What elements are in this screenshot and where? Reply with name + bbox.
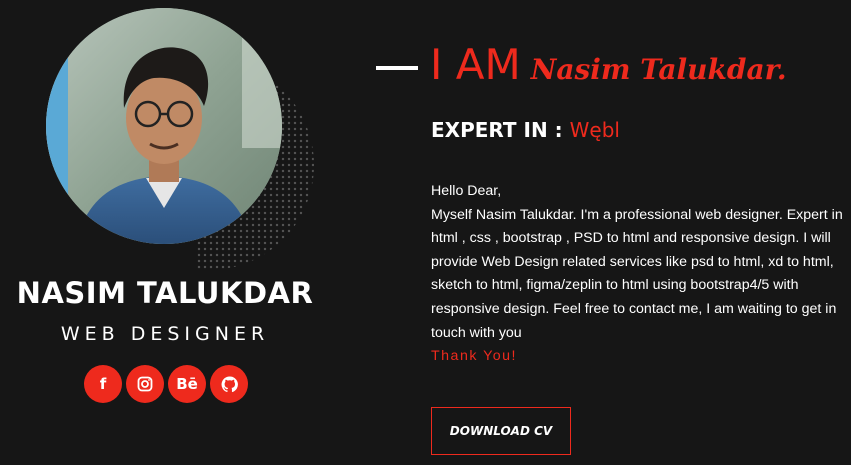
intro-prefix: I AM xyxy=(430,40,521,89)
expert-label: EXPERT IN : xyxy=(431,118,563,142)
facebook-link[interactable]: f xyxy=(84,365,122,403)
expert-line: EXPERT IN : Wębl xyxy=(431,118,620,142)
profile-hero: NASIM TALUKDAR WEB DESIGNER f Bē I AM Nas… xyxy=(0,0,851,465)
bio-thanks: Thank You! xyxy=(431,348,517,365)
expert-typed-value: Wębl xyxy=(569,118,620,142)
intro-heading: I AM Nasim Talukdar. xyxy=(430,40,787,95)
github-icon xyxy=(221,376,238,392)
behance-link[interactable]: Bē xyxy=(168,365,206,403)
bio-text: Hello Dear, Myself Nasim Talukdar. I'm a… xyxy=(431,180,846,369)
profile-name: NASIM TALUKDAR xyxy=(16,276,314,310)
bio-greeting: Hello Dear, xyxy=(431,183,502,199)
bio-body: Myself Nasim Talukdar. I'm a professiona… xyxy=(431,206,843,341)
facebook-icon: f xyxy=(99,375,107,393)
download-cv-button[interactable]: DOWNLOAD CV xyxy=(431,407,571,455)
social-links: f Bē xyxy=(84,365,248,403)
github-link[interactable] xyxy=(210,365,248,403)
instagram-icon xyxy=(137,376,153,392)
instagram-link[interactable] xyxy=(126,365,164,403)
profile-role: WEB DESIGNER xyxy=(60,323,270,345)
heading-dash-decoration xyxy=(376,66,418,70)
profile-photo xyxy=(46,8,282,244)
intro-name: Nasim Talukdar. xyxy=(530,53,787,86)
behance-icon: Bē xyxy=(176,375,198,393)
